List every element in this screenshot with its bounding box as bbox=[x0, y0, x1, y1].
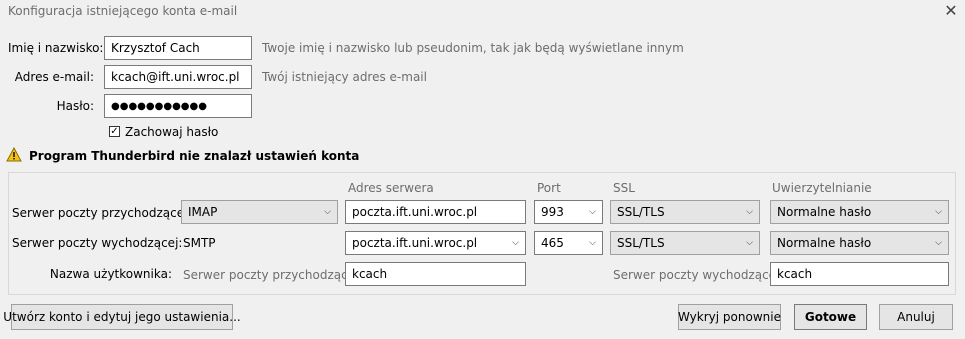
username-outgoing-label: Serwer poczty wychodzącej: bbox=[613, 268, 784, 282]
incoming-protocol-select[interactable]: IMAP ⌵ bbox=[181, 200, 338, 224]
chevron-down-icon: ⌵ bbox=[935, 238, 942, 248]
header-auth: Uwierzytelnianie bbox=[772, 181, 872, 195]
outgoing-username-field[interactable]: kcach bbox=[770, 262, 949, 286]
outgoing-auth-value: Normalne hasło bbox=[777, 236, 872, 250]
incoming-ssl-value: SSL/TLS bbox=[617, 205, 665, 219]
username-label: Nazwa użytkownika: bbox=[49, 267, 172, 281]
cancel-button[interactable]: Anuluj bbox=[879, 304, 953, 330]
create-and-edit-button[interactable]: Utwórz konto i edytuj jego ustawienia... bbox=[3, 304, 241, 330]
remember-password-checkbox[interactable]: ✓ bbox=[109, 126, 120, 137]
warning-icon bbox=[6, 146, 22, 163]
outgoing-server-label: Serwer poczty wychodzącej: bbox=[12, 236, 183, 250]
header-port: Port bbox=[537, 181, 561, 195]
email-hint: Twój istniejący adres e-mail bbox=[262, 70, 427, 84]
outgoing-ssl-value: SSL/TLS bbox=[617, 236, 665, 250]
incoming-server-label: Serwer poczty przychodzącej: bbox=[12, 206, 192, 220]
remember-password-label[interactable]: Zachowaj hasło bbox=[125, 125, 218, 139]
incoming-address-field[interactable]: poczta.ift.uni.wroc.pl bbox=[345, 200, 526, 224]
outgoing-ssl-select[interactable]: SSL/TLS ⌵ bbox=[610, 231, 760, 255]
password-field[interactable]: ●●●●●●●●●●● bbox=[104, 94, 252, 118]
chevron-down-icon[interactable]: ⌵ bbox=[512, 238, 519, 248]
chevron-down-icon: ⌵ bbox=[746, 207, 753, 217]
outgoing-auth-select[interactable]: Normalne hasło ⌵ bbox=[770, 231, 949, 255]
chevron-down-icon[interactable]: ⌵ bbox=[589, 238, 596, 248]
header-address: Adres serwera bbox=[348, 181, 434, 195]
outgoing-protocol: SMTP bbox=[183, 236, 216, 250]
email-label: Adres e-mail: bbox=[14, 70, 94, 84]
name-hint: Twoje imię i nazwisko lub pseudonim, tak… bbox=[262, 41, 684, 55]
incoming-auth-value: Normalne hasło bbox=[777, 205, 872, 219]
incoming-ssl-select[interactable]: SSL/TLS ⌵ bbox=[610, 200, 760, 224]
chevron-down-icon: ⌵ bbox=[746, 238, 753, 248]
incoming-username-field[interactable]: kcach bbox=[345, 262, 526, 286]
outgoing-address-combo[interactable]: poczta.ift.uni.wroc.pl ⌵ bbox=[345, 231, 526, 255]
done-button[interactable]: Gotowe bbox=[794, 304, 867, 330]
incoming-auth-select[interactable]: Normalne hasło ⌵ bbox=[770, 200, 949, 224]
chevron-down-icon[interactable]: ⌵ bbox=[589, 207, 596, 217]
incoming-protocol-value: IMAP bbox=[188, 205, 218, 219]
chevron-down-icon: ⌵ bbox=[324, 207, 331, 217]
close-icon[interactable]: ✕ bbox=[941, 0, 961, 22]
incoming-port-value: 993 bbox=[541, 205, 564, 219]
password-label: Hasło: bbox=[56, 99, 94, 113]
header-ssl: SSL bbox=[613, 181, 635, 195]
name-field[interactable]: Krzysztof Cach bbox=[104, 36, 252, 60]
username-incoming-label: Serwer poczty przychodzącej: bbox=[183, 268, 363, 282]
warning-text: Program Thunderbird nie znalazł ustawień… bbox=[29, 149, 360, 163]
outgoing-address-value: poczta.ift.uni.wroc.pl bbox=[352, 236, 478, 250]
email-field[interactable]: kcach@ift.uni.wroc.pl bbox=[104, 65, 252, 89]
retest-button[interactable]: Wykryj ponownie bbox=[678, 304, 781, 330]
window-title: Konfiguracja istniejącego konta e-mail bbox=[8, 4, 238, 18]
outgoing-port-value: 465 bbox=[541, 236, 564, 250]
name-label: Imię i nazwisko: bbox=[8, 41, 104, 55]
outgoing-port-combo[interactable]: 465 ⌵ bbox=[534, 231, 603, 255]
incoming-port-combo[interactable]: 993 ⌵ bbox=[534, 200, 603, 224]
chevron-down-icon: ⌵ bbox=[935, 207, 942, 217]
